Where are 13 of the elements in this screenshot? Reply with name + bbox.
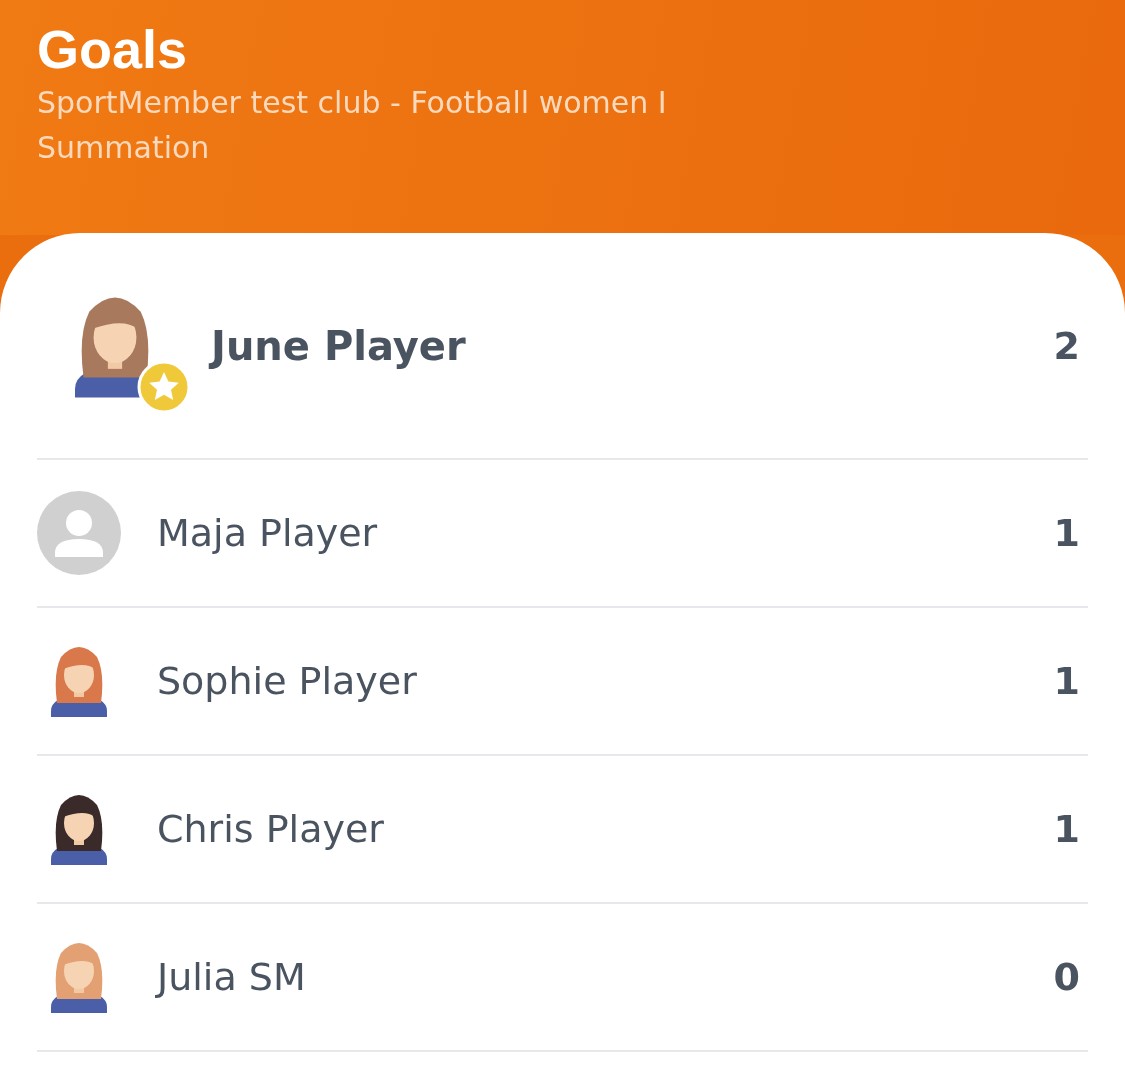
goal-count: 1 <box>1053 659 1080 703</box>
summary-caption: Summation <box>37 129 211 167</box>
player-name: Sophie Player <box>157 659 418 703</box>
goal-count: 1 <box>1053 511 1080 555</box>
goal-count: 1 <box>1053 807 1080 851</box>
goal-count: 2 <box>1053 323 1080 368</box>
team-name: SportMember test club - Football women I <box>37 84 668 122</box>
goal-count: 0 <box>1053 955 1080 999</box>
player-name: Maja Player <box>157 511 379 555</box>
player-name: Julia SM <box>157 955 307 999</box>
page-title: Goals <box>37 18 189 80</box>
placeholder-avatar-icon <box>37 491 121 575</box>
player-name: Chris Player <box>157 807 385 851</box>
